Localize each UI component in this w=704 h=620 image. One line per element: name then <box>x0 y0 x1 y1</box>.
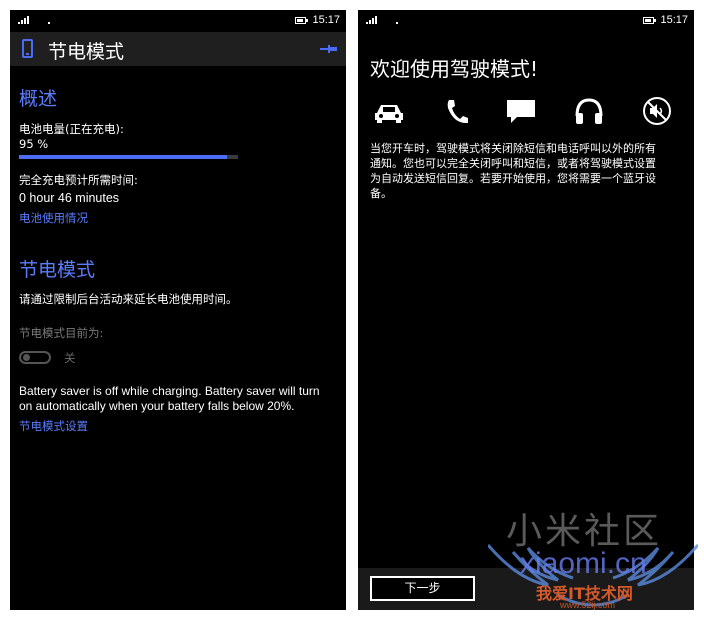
description-line: 通知。您也可以完全关闭呼叫和短信，或者将驾驶模式设置 <box>370 157 656 170</box>
battery-saver-heading: 节电模式 <box>19 259 96 281</box>
app-header: 节电模式 <box>10 32 346 66</box>
battery-progress-fill <box>19 155 228 159</box>
charging-note-line2: on automatically when your battery falls… <box>19 399 295 413</box>
driving-mode-description: 当您开车时，驾驶模式将关闭除短信和电话呼叫以外的所有 通知。您也可以完全关闭呼叫… <box>370 141 688 201</box>
phone-device-icon <box>22 39 33 58</box>
toggle-state-label: 关 <box>64 351 76 365</box>
battery-saver-screen: 15:17 节电模式 概述 电池电量(正在充电): 95 % 完全充电预计所需时… <box>10 10 346 610</box>
next-button[interactable]: 下一步 <box>370 576 475 601</box>
status-bar: 15:17 <box>10 10 346 32</box>
charge-time-label: 完全充电预计所需时间: <box>19 173 138 187</box>
status-time: 15:17 <box>660 14 688 26</box>
battery-level-label: 电池电量(正在充电): <box>19 122 124 136</box>
wifi-dot-icon <box>396 22 398 24</box>
welcome-title: 欢迎使用驾驶模式! <box>370 57 539 81</box>
watermark-xiaomi-url: xiaomi.cn <box>520 547 647 580</box>
signal-icon <box>18 16 30 24</box>
charge-time-value: 0 hour 46 minutes <box>19 191 120 205</box>
description-line: 备。 <box>370 187 392 200</box>
charging-note-line1: Battery saver is off while charging. Bat… <box>19 384 320 398</box>
pin-icon[interactable] <box>320 45 338 53</box>
status-time: 15:17 <box>312 14 340 26</box>
wifi-dot-icon <box>48 22 50 24</box>
description-line: 为自动发送短信回复。若要开始使用，您将需要一个蓝牙设 <box>370 172 656 185</box>
battery-saver-toggle[interactable] <box>19 351 51 364</box>
battery-level-value: 95 % <box>19 137 49 151</box>
battery-saver-status-label: 节电模式目前为: <box>19 326 104 340</box>
page-title: 节电模式 <box>48 41 125 63</box>
phone-call-icon <box>440 96 474 126</box>
signal-icon <box>366 16 378 24</box>
status-bar: 15:17 <box>358 10 694 32</box>
battery-icon <box>643 17 656 24</box>
watermark-52ij-url: www.52ij.com <box>560 600 616 610</box>
overview-heading: 概述 <box>19 88 58 110</box>
battery-icon <box>295 17 308 24</box>
mute-icon <box>640 96 674 126</box>
description-line: 当您开车时，驾驶模式将关闭除短信和电话呼叫以外的所有 <box>370 142 656 155</box>
battery-saver-settings-link[interactable]: 节电模式设置 <box>19 418 88 434</box>
battery-progress-bar <box>19 155 238 159</box>
feature-icons-row <box>358 96 694 126</box>
car-icon <box>372 96 406 126</box>
message-icon <box>504 96 538 126</box>
battery-usage-link[interactable]: 电池使用情况 <box>19 210 88 226</box>
battery-saver-description: 请通过限制后台活动来延长电池使用时间。 <box>19 292 238 306</box>
headphones-icon <box>572 96 606 126</box>
